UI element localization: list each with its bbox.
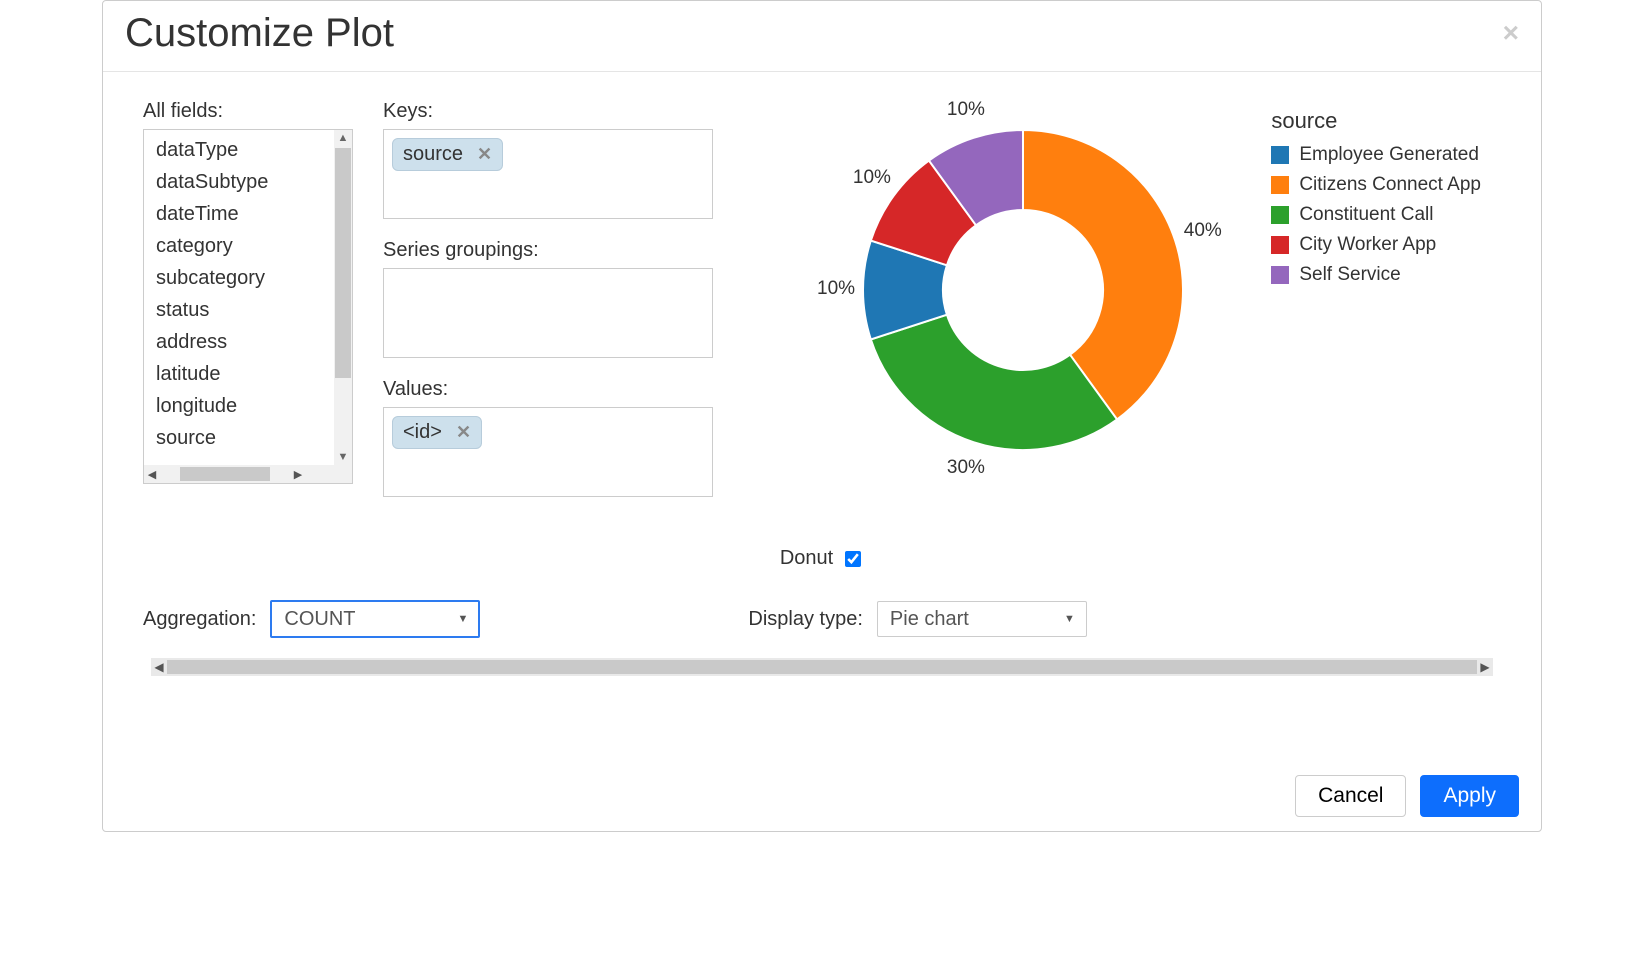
hscroll-thumb[interactable] <box>167 660 1477 674</box>
legend-item: Constituent Call <box>1271 204 1481 226</box>
chip-remove-icon[interactable]: ✕ <box>456 422 471 443</box>
donut-row: Donut <box>143 547 1501 570</box>
legend-item: City Worker App <box>1271 234 1481 256</box>
list-item[interactable]: dateTime <box>152 198 334 230</box>
list-item[interactable]: dataSubtype <box>152 166 334 198</box>
display-type-select[interactable]: Pie chart <box>877 601 1087 637</box>
scroll-up-icon[interactable]: ▲ <box>334 130 352 146</box>
fields-vertical-scrollbar[interactable]: ▲ ▼ <box>334 130 352 465</box>
cancel-button[interactable]: Cancel <box>1295 775 1406 817</box>
scroll-left-icon[interactable]: ◀ <box>144 468 160 481</box>
slice-pct-label: 10% <box>817 278 855 300</box>
legend-label: City Worker App <box>1299 234 1436 256</box>
display-type-label: Display type: <box>748 608 863 631</box>
chart-legend: source Employee Generated Citizens Connec… <box>1271 108 1481 294</box>
keys-chip[interactable]: source ✕ <box>392 138 503 171</box>
aggregation-select[interactable]: COUNT <box>270 600 480 638</box>
legend-swatch <box>1271 266 1289 284</box>
pie-slice <box>871 315 1117 450</box>
customize-plot-dialog: Customize Plot × All fields: dataTypedat… <box>102 0 1542 832</box>
slice-pct-label: 40% <box>1184 220 1222 242</box>
fields-horizontal-scrollbar[interactable]: ◀ ▶ <box>144 465 352 483</box>
all-fields-column: All fields: dataTypedataSubtypedateTimec… <box>143 100 353 484</box>
apply-button[interactable]: Apply <box>1420 775 1519 817</box>
legend-label: Constituent Call <box>1299 204 1433 226</box>
slice-pct-label: 10% <box>947 99 985 121</box>
donut-label: Donut <box>780 547 833 570</box>
series-dropzone[interactable] <box>383 268 713 358</box>
legend-label: Employee Generated <box>1299 144 1479 166</box>
scroll-right-icon[interactable]: ▶ <box>290 468 306 481</box>
controls-row: Aggregation: COUNT Display type: Pie cha… <box>143 600 1501 638</box>
all-fields-listbox[interactable]: dataTypedataSubtypedateTimecategorysubca… <box>143 129 353 484</box>
list-item[interactable]: category <box>152 230 334 262</box>
chip-label: source <box>403 143 463 166</box>
legend-label: Citizens Connect App <box>1299 174 1481 196</box>
list-item[interactable]: latitude <box>152 358 334 390</box>
legend-item: Employee Generated <box>1271 144 1481 166</box>
scroll-left-icon[interactable]: ◀ <box>151 660 167 674</box>
list-item[interactable]: address <box>152 326 334 358</box>
keys-dropzone[interactable]: source ✕ <box>383 129 713 219</box>
slice-pct-label: 10% <box>853 167 891 189</box>
legend-label: Self Service <box>1299 264 1400 286</box>
values-label: Values: <box>383 378 713 401</box>
slice-pct-label: 30% <box>947 457 985 479</box>
aggregation-label: Aggregation: <box>143 608 256 631</box>
legend-swatch <box>1271 176 1289 194</box>
values-dropzone[interactable]: <id> ✕ <box>383 407 713 497</box>
donut-chart: 40% 30% 10% 10% 10% source Employee Generate… <box>783 100 1501 500</box>
legend-swatch <box>1271 236 1289 254</box>
keys-label: Keys: <box>383 100 713 123</box>
scroll-down-icon[interactable]: ▼ <box>334 449 352 465</box>
dialog-footer: Cancel Apply <box>1295 775 1519 817</box>
legend-title: source <box>1271 108 1481 134</box>
hscroll-thumb[interactable] <box>180 467 270 481</box>
chip-label: <id> <box>403 421 442 444</box>
scroll-right-icon[interactable]: ▶ <box>1477 660 1493 674</box>
legend-item: Citizens Connect App <box>1271 174 1481 196</box>
titlebar: Customize Plot × <box>103 1 1541 72</box>
list-item[interactable]: status <box>152 294 334 326</box>
legend-swatch <box>1271 206 1289 224</box>
chart-column: 40% 30% 10% 10% 10% source Employee Generate… <box>743 100 1501 500</box>
list-item[interactable]: source <box>152 422 334 454</box>
list-item[interactable]: dataType <box>152 134 334 166</box>
dialog-content: All fields: dataTypedataSubtypedateTimec… <box>103 72 1541 686</box>
series-label: Series groupings: <box>383 239 713 262</box>
chip-remove-icon[interactable]: ✕ <box>477 144 492 165</box>
close-icon[interactable]: × <box>1503 17 1519 49</box>
legend-item: Self Service <box>1271 264 1481 286</box>
dropzones-column: Keys: source✕ Series groupings: Values: … <box>383 100 713 517</box>
all-fields-label: All fields: <box>143 100 353 123</box>
content-horizontal-scrollbar[interactable]: ◀ ▶ <box>151 658 1493 676</box>
scroll-thumb[interactable] <box>335 148 351 378</box>
list-item[interactable]: subcategory <box>152 262 334 294</box>
legend-swatch <box>1271 146 1289 164</box>
dialog-title: Customize Plot <box>125 5 394 61</box>
list-item[interactable]: longitude <box>152 390 334 422</box>
values-chip[interactable]: <id> ✕ <box>392 416 482 449</box>
donut-checkbox[interactable] <box>845 551 861 567</box>
